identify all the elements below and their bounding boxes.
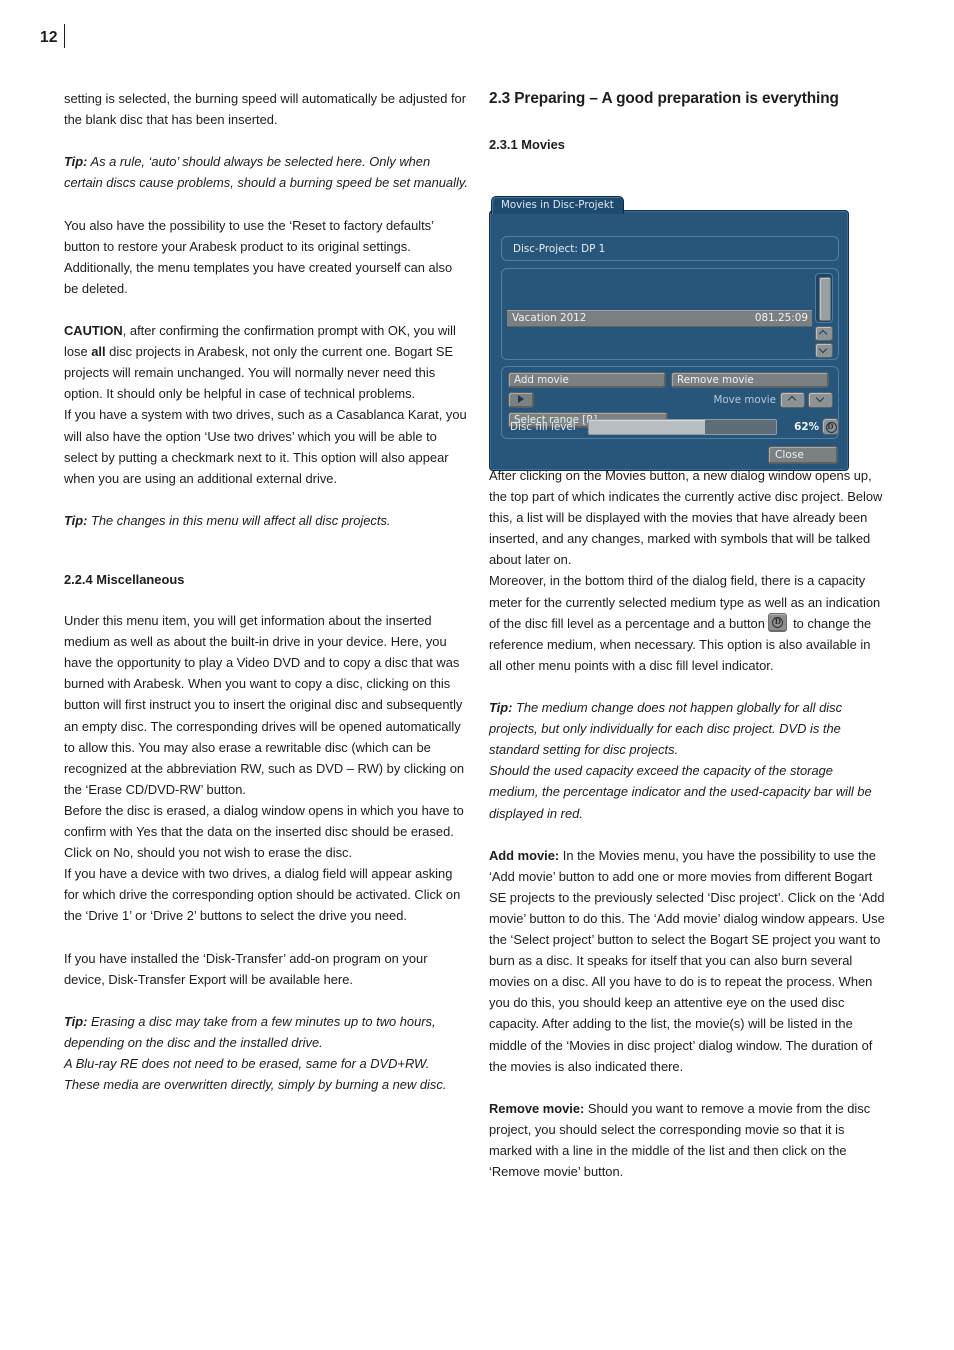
remove-movie-button[interactable]: Remove movie	[671, 372, 829, 388]
tip-bluray-rewritable: A Blu-ray RE does not need to be erased,…	[64, 1053, 468, 1095]
paragraph-reset-defaults: You also have the possibility to use the…	[64, 215, 468, 299]
remove-movie-label: Remove movie:	[489, 1100, 585, 1116]
disc-project-value: Disc-Project: DP 1	[513, 243, 606, 255]
movie-controls-panel: Add movie Remove movie Move movie Select…	[501, 366, 839, 439]
heading-2-2-4-miscellaneous: 2.2.4 Miscellaneous	[64, 572, 185, 588]
disc-fill-level-bar	[588, 419, 777, 435]
header-divider	[64, 24, 65, 48]
list-item[interactable]: Vacation 2012 081.25:09	[507, 310, 812, 327]
scroll-up-button[interactable]	[815, 326, 833, 341]
disc-fill-level-label: Disc fill level	[510, 421, 576, 433]
tip-text: A Blu-ray RE does not need to be erased,…	[64, 1056, 447, 1093]
paragraph-add-movie: Add movie: In the Movies menu, you have …	[489, 845, 885, 1077]
tip-erasing-disc: Tip: Erasing a disc may take from a few …	[64, 1011, 468, 1053]
chevron-up-icon	[820, 330, 827, 337]
tip-medium-change: Tip: The medium change does not happen g…	[489, 697, 885, 760]
play-button[interactable]	[508, 392, 534, 408]
disc-fill-level-progress	[589, 420, 705, 434]
tip-text: As a rule, ‘auto’ should always be selec…	[64, 154, 468, 191]
tip-capacity-exceeded: Should the used capacity exceed the capa…	[489, 760, 885, 823]
movie-name: Vacation 2012	[512, 312, 587, 324]
paragraph-text: setting is selected, the burning speed w…	[64, 91, 466, 128]
paragraph-disk-transfer: If you have installed the ‘Disk-Transfer…	[64, 948, 468, 990]
heading-2-3-preparing: 2.3 Preparing – A good preparation is ev…	[489, 90, 839, 107]
tip-menu-changes: Tip: The changes in this menu will affec…	[64, 510, 468, 531]
close-button[interactable]: Close	[768, 446, 838, 464]
move-movie-up-button[interactable]	[780, 392, 805, 408]
chevron-down-icon	[817, 396, 824, 403]
paragraph-remove-movie: Remove movie: Should you want to remove …	[489, 1098, 885, 1182]
paragraph-text: If you have a system with two drives, su…	[64, 407, 467, 486]
paragraph-two-drives: If you have a system with two drives, su…	[64, 404, 468, 488]
caution-emphasis-all: all	[91, 344, 106, 360]
disc-project-panel: Disc-Project: DP 1	[501, 236, 839, 261]
left-column: setting is selected, the burning speed w…	[64, 88, 468, 1116]
paragraph-capacity-meter: Moreover, in the bottom third of the dia…	[489, 570, 885, 675]
paragraph-miscellaneous-info: Under this menu item, you will get infor…	[64, 610, 468, 800]
page-number: 12	[40, 29, 58, 46]
tip-text: Should the used capacity exceed the capa…	[489, 763, 872, 821]
tip-label: Tip:	[489, 700, 513, 716]
disc-medium-icon-glyph: D	[774, 615, 782, 626]
move-movie-down-button[interactable]	[808, 392, 833, 408]
movie-duration: 081.25:09	[754, 312, 808, 324]
paragraph-text: After clicking on the Movies button, a n…	[489, 468, 883, 568]
paragraph-text: Before the disc is erased, a dialog wind…	[64, 802, 464, 861]
tip-text: Erasing a disc may take from a few minut…	[64, 1013, 436, 1050]
movie-list-panel: Vacation 2012 081.25:09	[501, 268, 839, 360]
movie-list[interactable]: Vacation 2012 081.25:09	[507, 273, 812, 357]
paragraph-text: If you have a device with two drives, a …	[64, 866, 461, 924]
scrollbar-thumb[interactable]	[819, 277, 831, 321]
caution-text-b: disc projects in Arabesk, not only the c…	[64, 344, 454, 402]
chevron-up-icon	[789, 396, 796, 403]
paragraph-dialog-overview: After clicking on the Movies button, a n…	[489, 465, 885, 570]
add-movie-text: In the Movies menu, you have the possibi…	[489, 847, 885, 1074]
disc-fill-level-percent: 62%	[794, 421, 819, 433]
chevron-down-icon	[820, 347, 827, 354]
paragraph-caution: CAUTION, after confirming the confirmati…	[64, 320, 468, 404]
tip-label: Tip:	[64, 154, 88, 170]
dialog-tab-title: Movies in Disc-Projekt	[491, 196, 624, 214]
move-movie-label: Move movie	[713, 394, 776, 406]
tip-label: Tip:	[64, 512, 88, 528]
tip-label: Tip:	[64, 1013, 88, 1029]
list-scrollbar[interactable]	[815, 273, 833, 358]
paragraph-text: Under this menu item, you will get infor…	[64, 613, 465, 797]
tip-auto-setting: Tip: As a rule, ‘auto’ should always be …	[64, 151, 468, 193]
play-icon	[518, 395, 524, 403]
disc-medium-icon-glyph: D	[827, 421, 834, 431]
disc-medium-icon: D	[768, 612, 788, 632]
dialog-window: Disc-Project: DP 1 Vacation 2012 081.25:…	[489, 210, 849, 471]
scroll-down-button[interactable]	[815, 343, 833, 358]
paragraph-burning-speed: setting is selected, the burning speed w…	[64, 88, 468, 130]
tip-text: The medium change does not happen global…	[489, 700, 843, 758]
paragraph-drive-selection: If you have a device with two drives, a …	[64, 863, 468, 926]
tip-text: The changes in this menu will affect all…	[87, 512, 391, 528]
caution-label: CAUTION	[64, 323, 123, 339]
add-movie-button[interactable]: Add movie	[508, 372, 666, 388]
scrollbar-track[interactable]	[815, 273, 833, 323]
heading-2-3-1-movies: 2.3.1 Movies	[489, 137, 565, 152]
page-header: 12	[0, 0, 954, 62]
disc-medium-icon[interactable]: D	[822, 418, 839, 435]
paragraph-text: You also have the possibility to use the…	[64, 217, 453, 296]
paragraph-text: If you have installed the ‘Disk-Transfer…	[64, 950, 428, 987]
movies-in-disc-project-screenshot: Disc-Project: DP 1 Vacation 2012 081.25:…	[489, 196, 849, 471]
paragraph-erase-confirm: Before the disc is erased, a dialog wind…	[64, 800, 468, 863]
add-movie-label: Add movie:	[489, 847, 560, 863]
